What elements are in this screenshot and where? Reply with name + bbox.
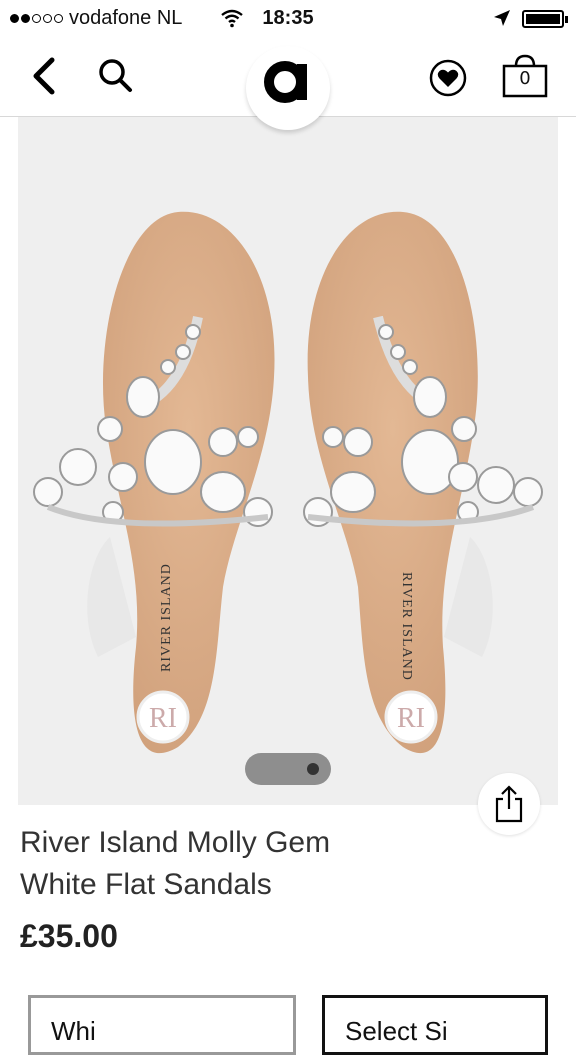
- product-title: River Island Molly Gem White Flat Sandal…: [20, 822, 540, 906]
- battery-icon: [522, 10, 568, 28]
- image-pager[interactable]: [245, 753, 331, 785]
- share-icon: [495, 785, 523, 823]
- product-title-line-2: White Flat Sandals: [20, 868, 272, 901]
- product-title-line-1: River Island Molly Gem: [20, 826, 331, 859]
- svg-text:RI: RI: [397, 703, 425, 734]
- colour-select[interactable]: Whi: [28, 995, 296, 1055]
- status-bar: vodafone NL 18:35: [0, 0, 576, 38]
- product-price: £35.00: [20, 918, 118, 954]
- size-select-value: Select Si: [345, 1016, 448, 1046]
- share-button[interactable]: [478, 773, 540, 835]
- sandals-photo: RIVER ISLAND RI RIVER ISLAND RI: [33, 211, 543, 754]
- colour-select-value: Whi: [51, 1016, 96, 1046]
- saved-items-heart-icon[interactable]: [428, 58, 468, 98]
- shopping-bag-button[interactable]: 0: [502, 54, 548, 98]
- right-sole-brand-print: RIVER ISLAND: [399, 572, 414, 681]
- right-sandal: RIVER ISLAND RI: [303, 211, 543, 754]
- clock: 18:35: [262, 7, 314, 29]
- left-sandal: RIVER ISLAND RI: [33, 211, 275, 754]
- location-arrow-icon: [494, 10, 510, 26]
- size-select[interactable]: Select Si: [322, 995, 548, 1055]
- pager-active-dot: [307, 763, 319, 775]
- asos-logo-icon: [264, 61, 307, 103]
- back-arrow-icon[interactable]: [28, 56, 58, 96]
- bag-count-badge: 0: [519, 68, 531, 89]
- home-logo-button[interactable]: [246, 46, 330, 130]
- search-icon[interactable]: [96, 56, 136, 96]
- left-sole-brand-print: RIVER ISLAND: [159, 563, 174, 672]
- product-image-carousel[interactable]: RIVER ISLAND RI RIVER ISLAND RI: [18, 117, 558, 805]
- svg-text:RI: RI: [149, 703, 177, 734]
- nav-bar: 0: [0, 38, 576, 130]
